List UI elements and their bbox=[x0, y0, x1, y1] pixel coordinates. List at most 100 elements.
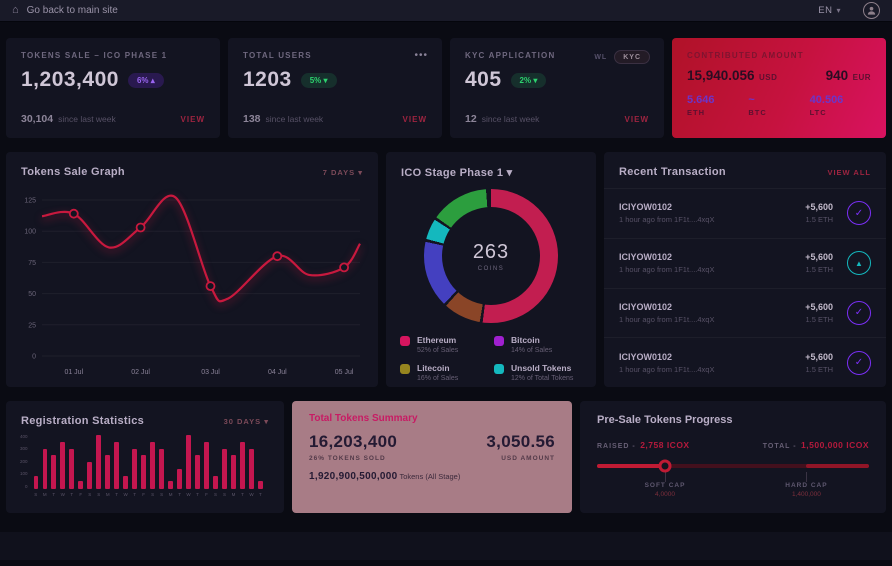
presale-progress-slider[interactable] bbox=[597, 464, 869, 468]
legend-name: Unsold Tokens bbox=[511, 363, 573, 373]
transaction-row[interactable]: ICIYOW0102 1 hour ago from 1F1t....4xqX … bbox=[604, 188, 886, 238]
ltc-label: LTC bbox=[810, 108, 871, 117]
usd-unit: USD bbox=[759, 73, 777, 82]
bar bbox=[258, 481, 263, 489]
x-tick: T bbox=[195, 492, 200, 497]
legend-name: Ethereum bbox=[417, 335, 458, 345]
total-label-group: TOTAL - 1,500,000 ICOX bbox=[763, 435, 869, 453]
range-dropdown[interactable]: 7 DAYS ▾ bbox=[323, 168, 363, 177]
check-icon: ✓ bbox=[847, 301, 871, 325]
kyc-toggle[interactable]: KYC bbox=[614, 50, 650, 64]
bar bbox=[168, 481, 173, 489]
user-avatar[interactable] bbox=[863, 2, 880, 19]
stat-card-total-users: ••• TOTAL USERS 1203 5% ▾ 138 since last… bbox=[228, 38, 442, 138]
bar bbox=[159, 449, 164, 490]
total-tokens-summary-card: Total Tokens Summary 16,203,400 3,050.56… bbox=[292, 401, 572, 513]
view-button[interactable]: VIEW bbox=[403, 115, 427, 124]
transaction-eth: 1.5 ETH bbox=[805, 215, 833, 224]
transaction-row[interactable]: ICIYOW0102 1 hour ago from 1F1t....4xqX … bbox=[604, 288, 886, 338]
language-selector[interactable]: EN ▾ bbox=[818, 5, 841, 16]
svg-text:125: 125 bbox=[24, 198, 36, 205]
svg-text:02 Jul: 02 Jul bbox=[131, 369, 150, 376]
home-icon[interactable]: ⌂ bbox=[12, 5, 19, 16]
soft-cap-label: SOFT CAP bbox=[625, 482, 705, 489]
y-tick: 200 bbox=[20, 460, 28, 465]
transaction-id: ICIYOW0102 bbox=[619, 302, 714, 312]
bar bbox=[141, 455, 146, 489]
legend-swatch bbox=[400, 336, 410, 346]
soft-cap-value: 4,0000 bbox=[625, 491, 705, 498]
legend-sub: 16% of Sales bbox=[417, 375, 458, 382]
back-to-main-site-link[interactable]: Go back to main site bbox=[27, 5, 118, 16]
bar bbox=[195, 455, 200, 489]
view-button[interactable]: VIEW bbox=[625, 115, 649, 124]
svg-text:75: 75 bbox=[28, 260, 36, 267]
trend-badge: 6% ▴ bbox=[128, 73, 164, 88]
x-tick: T bbox=[114, 492, 119, 497]
usd-value: 15,940.056 bbox=[687, 68, 755, 83]
contributed-amount-card: CONTRIBUTED AMOUNT 15,940.056 USD 940 EU… bbox=[672, 38, 886, 138]
total-tokens-line: 1,920,900,500,000 Tokens (All Stage) bbox=[309, 471, 555, 482]
svg-text:05 Jul: 05 Jul bbox=[335, 369, 354, 376]
transaction-row[interactable]: ICIYOW0102 1 hour ago from 1F1t....4xqX … bbox=[604, 337, 886, 387]
ltc-value: 40.506 bbox=[810, 94, 871, 106]
bar bbox=[34, 476, 39, 490]
donut-center: 263 COINS bbox=[442, 207, 540, 305]
bar bbox=[231, 455, 236, 489]
bar bbox=[60, 442, 65, 489]
wl-toggle[interactable]: WL bbox=[594, 54, 607, 61]
tokens-sold-note: 26% TOKENS SOLD bbox=[309, 455, 386, 462]
svg-text:04 Jul: 04 Jul bbox=[268, 369, 287, 376]
transaction-amount: +5,600 bbox=[805, 352, 833, 362]
range-dropdown[interactable]: 30 DAYS ▾ bbox=[224, 417, 269, 426]
bar bbox=[213, 476, 218, 490]
stats-row: TOKENS SALE – ICO PHASE 1 1,203,400 6% ▴… bbox=[6, 38, 886, 138]
y-tick: 400 bbox=[20, 435, 28, 440]
bar bbox=[249, 449, 254, 490]
legend-swatch bbox=[494, 336, 504, 346]
legend-sub: 12% of Total Tokens bbox=[511, 375, 573, 382]
x-tick: S bbox=[34, 492, 39, 497]
x-tick: F bbox=[141, 492, 146, 497]
card-title: Pre-Sale Tokens Progress bbox=[597, 414, 869, 426]
charts-row: Tokens Sale Graph 7 DAYS ▾ 0255075100125… bbox=[6, 152, 886, 387]
raised-label-group: RAISED - 2,758 ICOX bbox=[597, 435, 690, 453]
eur-value: 940 bbox=[826, 68, 849, 83]
transaction-meta: 1 hour ago from 1F1t....4xqX bbox=[619, 215, 714, 224]
card-title: Recent Transaction bbox=[619, 166, 726, 178]
y-tick: 100 bbox=[20, 472, 28, 477]
legend-item: Unsold Tokens 12% of Total Tokens bbox=[494, 363, 582, 382]
legend-item: Ethereum 52% of Sales bbox=[400, 335, 488, 354]
transaction-id: ICIYOW0102 bbox=[619, 252, 714, 262]
check-icon: ✓ bbox=[847, 351, 871, 375]
x-tick: W bbox=[186, 492, 191, 497]
stat-value: 405 bbox=[465, 68, 502, 92]
transaction-eth: 1.5 ETH bbox=[805, 265, 833, 274]
x-tick: W bbox=[60, 492, 65, 497]
stat-note: since last week bbox=[482, 114, 540, 124]
ico-stage-card: ICO Stage Phase 1 ▾ 263 COINS Ethereum 5… bbox=[386, 152, 596, 387]
transaction-row[interactable]: ICIYOW0102 1 hour ago from 1F1t....4xqX … bbox=[604, 238, 886, 288]
bar bbox=[150, 442, 155, 489]
footer bbox=[0, 532, 892, 560]
card-title-dropdown[interactable]: ICO Stage Phase 1 ▾ bbox=[401, 166, 512, 179]
view-button[interactable]: VIEW bbox=[181, 115, 205, 124]
x-tick: M bbox=[168, 492, 173, 497]
registration-statistics-card: Registration Statistics 30 DAYS ▾ 400300… bbox=[6, 401, 284, 513]
usd-amount-value: 3,050.56 bbox=[486, 432, 555, 452]
x-tick: S bbox=[87, 492, 92, 497]
stat-value: 1,203,400 bbox=[21, 68, 119, 92]
tokens-sale-graph-card: Tokens Sale Graph 7 DAYS ▾ 0255075100125… bbox=[6, 152, 378, 387]
dashboard: TOKENS SALE – ICO PHASE 1 1,203,400 6% ▴… bbox=[0, 22, 892, 513]
more-menu-icon[interactable]: ••• bbox=[414, 50, 428, 61]
transaction-amount: +5,600 bbox=[805, 202, 833, 212]
bar bbox=[114, 442, 119, 489]
person-icon bbox=[866, 5, 877, 16]
bar bbox=[204, 442, 209, 489]
svg-text:01 Jul: 01 Jul bbox=[64, 369, 83, 376]
x-tick: T bbox=[240, 492, 245, 497]
transaction-amount: +5,600 bbox=[805, 302, 833, 312]
bar-chart-y-axis: 4003002001000 bbox=[20, 435, 28, 489]
view-all-button[interactable]: VIEW ALL bbox=[827, 168, 871, 177]
bars bbox=[34, 435, 274, 489]
